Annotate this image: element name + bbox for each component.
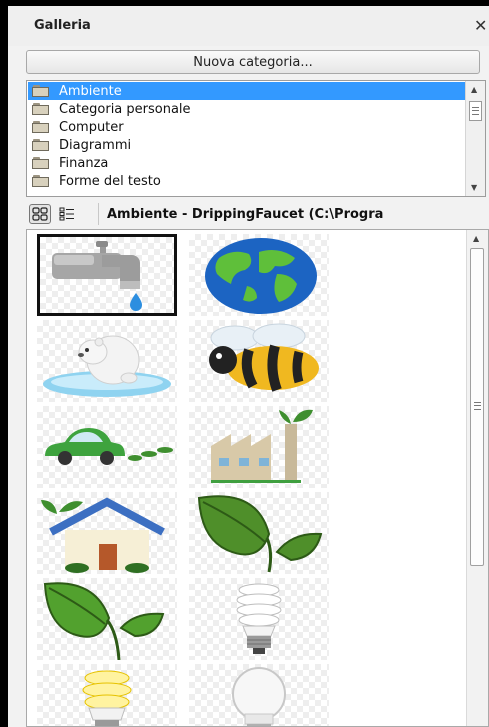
gallery-panel: Galleria ✕ Nuova categoria... Ambiente C… [8, 6, 489, 727]
car-icon [45, 428, 173, 465]
folder-icon [32, 174, 50, 188]
house-icon [41, 497, 165, 573]
bee-icon [209, 323, 319, 392]
gallery-scrollbar[interactable]: ▲ [466, 230, 488, 726]
gallery-grid: ▲ [26, 229, 489, 727]
gallery-item-dripping-faucet[interactable] [37, 234, 177, 316]
category-label: Finanza [59, 155, 109, 171]
category-item-forme-del-testo[interactable]: Forme del testo [28, 172, 465, 190]
close-icon[interactable]: ✕ [474, 16, 487, 35]
category-scrollbar[interactable]: ▲ ▼ [465, 81, 485, 196]
panel-title-bar: Galleria ✕ [8, 6, 489, 46]
cfl-bulb-icon [236, 583, 282, 654]
folder-icon [32, 102, 50, 116]
gallery-item-factory-with-plant[interactable] [189, 406, 329, 488]
category-item-finanza[interactable]: Finanza [28, 154, 465, 172]
gallery-item-green-car[interactable] [37, 406, 177, 488]
category-label: Ambiente [59, 83, 122, 99]
category-label: Computer [59, 119, 124, 135]
category-item-diagrammi[interactable]: Diagrammi [28, 136, 465, 154]
category-label: Forme del testo [59, 173, 161, 189]
gallery-item-seedling[interactable] [37, 578, 177, 660]
list-view-icon [59, 207, 74, 221]
scrollbar-thumb[interactable] [470, 248, 484, 566]
leaf-icon [197, 495, 323, 573]
category-item-ambiente[interactable]: Ambiente [28, 82, 465, 100]
faucet-icon [52, 241, 142, 311]
gallery-item-bee[interactable] [189, 320, 329, 402]
gallery-item-globe[interactable] [189, 234, 329, 316]
scrollbar-thumb[interactable] [469, 101, 482, 121]
folder-icon [32, 120, 50, 134]
gallery-item-leaf-sprout[interactable] [189, 492, 329, 574]
gallery-item-polar-bear[interactable] [37, 320, 177, 402]
light-bulb-icon [232, 667, 286, 726]
icon-view-button[interactable] [29, 204, 51, 224]
window-border-left [0, 0, 8, 727]
detail-view-button[interactable] [56, 204, 78, 224]
yellow-bulb-icon [82, 670, 132, 726]
globe-icon [205, 238, 317, 314]
scroll-up-icon[interactable]: ▲ [471, 85, 477, 94]
category-list: Ambiente Categoria personale Computer Di… [26, 80, 486, 197]
gallery-toolbar: Ambiente - DrippingFaucet (C:\Progra [26, 201, 489, 229]
gallery-item-light-bulb[interactable] [189, 664, 329, 726]
gallery-item-energy-saving-bulb[interactable] [189, 578, 329, 660]
scroll-down-icon[interactable]: ▼ [471, 183, 477, 192]
folder-icon [32, 138, 50, 152]
scroll-up-icon[interactable]: ▲ [473, 234, 479, 243]
category-label: Diagrammi [59, 137, 132, 153]
polar-bear-icon [43, 335, 171, 397]
grid-view-icon [32, 207, 48, 221]
folder-icon [32, 84, 50, 98]
toolbar-separator [98, 203, 99, 225]
gallery-item-green-house[interactable] [37, 492, 177, 574]
gallery-item-yellow-cfl-bulb[interactable] [37, 664, 177, 726]
category-item-computer[interactable]: Computer [28, 118, 465, 136]
category-label: Categoria personale [59, 101, 191, 117]
selected-item-path: Ambiente - DrippingFaucet (C:\Progra [107, 207, 384, 222]
factory-icon [211, 409, 313, 483]
category-item-categoria-personale[interactable]: Categoria personale [28, 100, 465, 118]
new-category-button[interactable]: Nuova categoria... [26, 50, 480, 74]
folder-icon [32, 156, 50, 170]
seedling-icon [43, 582, 165, 660]
panel-title: Galleria [34, 18, 91, 33]
